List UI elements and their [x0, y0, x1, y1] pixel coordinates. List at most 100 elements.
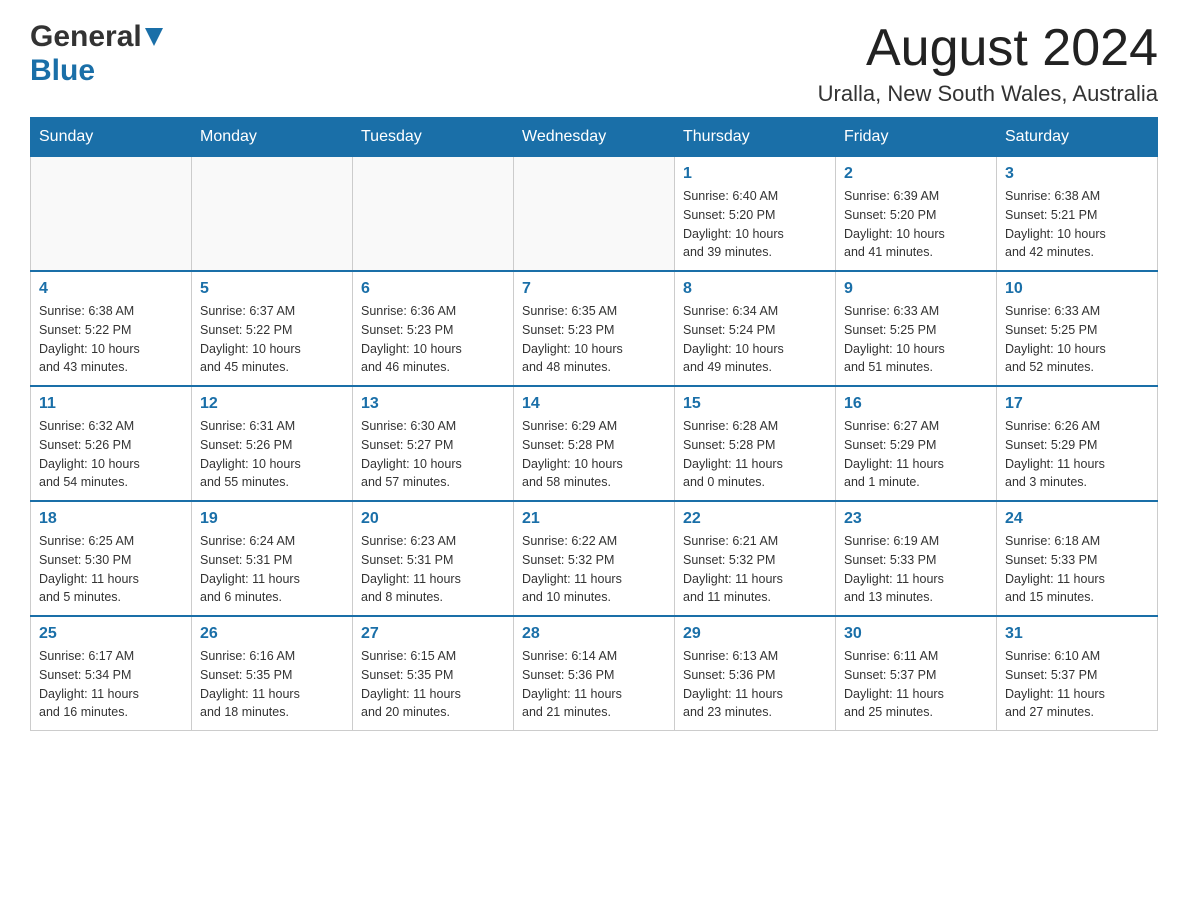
day-number: 7	[522, 280, 666, 298]
day-info: Sunrise: 6:29 AMSunset: 5:28 PMDaylight:…	[522, 417, 666, 492]
day-number: 5	[200, 280, 344, 298]
day-info: Sunrise: 6:37 AMSunset: 5:22 PMDaylight:…	[200, 302, 344, 377]
calendar-cell: 13Sunrise: 6:30 AMSunset: 5:27 PMDayligh…	[353, 386, 514, 501]
day-number: 4	[39, 280, 183, 298]
calendar-header-row: SundayMondayTuesdayWednesdayThursdayFrid…	[31, 118, 1158, 157]
day-number: 25	[39, 625, 183, 643]
day-number: 17	[1005, 395, 1149, 413]
calendar-cell: 20 Sunrise: 6:23 AMSunset: 5:31 PMDayligh…	[353, 501, 514, 616]
col-header-saturday: Saturday	[997, 118, 1158, 157]
calendar-week-1: 1Sunrise: 6:40 AMSunset: 5:20 PMDaylight…	[31, 157, 1158, 272]
day-number: 19	[200, 510, 344, 528]
day-number: 1	[683, 165, 827, 183]
calendar-cell: 5 Sunrise: 6:37 AMSunset: 5:22 PMDaylight…	[192, 271, 353, 386]
col-header-sunday: Sunday	[31, 118, 192, 157]
calendar-cell: 16 Sunrise: 6:27 AMSunset: 5:29 PMDayligh…	[836, 386, 997, 501]
calendar-cell: 24 Sunrise: 6:18 AMSunset: 5:33 PMDayligh…	[997, 501, 1158, 616]
day-number: 12	[200, 395, 344, 413]
calendar-cell: 9 Sunrise: 6:33 AMSunset: 5:25 PMDaylight…	[836, 271, 997, 386]
calendar-week-4: 18 Sunrise: 6:25 AMSunset: 5:30 PMDayligh…	[31, 501, 1158, 616]
day-number: 2	[844, 165, 988, 183]
calendar-cell: 14 Sunrise: 6:29 AMSunset: 5:28 PMDayligh…	[514, 386, 675, 501]
col-header-wednesday: Wednesday	[514, 118, 675, 157]
page-header: General Blue August 2024 Uralla, New Sou…	[30, 20, 1158, 107]
calendar-cell: 31Sunrise: 6:10 AMSunset: 5:37 PMDayligh…	[997, 616, 1158, 731]
day-info: Sunrise: 6:22 AMSunset: 5:32 PMDaylight:…	[522, 532, 666, 607]
day-info: Sunrise: 6:35 AMSunset: 5:23 PMDaylight:…	[522, 302, 666, 377]
calendar-cell: 7 Sunrise: 6:35 AMSunset: 5:23 PMDaylight…	[514, 271, 675, 386]
calendar-cell: 6 Sunrise: 6:36 AMSunset: 5:23 PMDaylight…	[353, 271, 514, 386]
logo-blue-text: Blue	[30, 54, 95, 87]
calendar-cell	[514, 157, 675, 272]
day-info: Sunrise: 6:25 AMSunset: 5:30 PMDaylight:…	[39, 532, 183, 607]
day-info: Sunrise: 6:19 AMSunset: 5:33 PMDaylight:…	[844, 532, 988, 607]
calendar-cell: 22 Sunrise: 6:21 AMSunset: 5:32 PMDayligh…	[675, 501, 836, 616]
calendar-cell: 21Sunrise: 6:22 AMSunset: 5:32 PMDayligh…	[514, 501, 675, 616]
day-number: 28	[522, 625, 666, 643]
day-info: Sunrise: 6:15 AMSunset: 5:35 PMDaylight:…	[361, 647, 505, 722]
calendar-cell	[31, 157, 192, 272]
day-number: 3	[1005, 165, 1149, 183]
logo-general-text: General	[30, 20, 142, 54]
calendar-cell: 27 Sunrise: 6:15 AMSunset: 5:35 PMDayligh…	[353, 616, 514, 731]
day-info: Sunrise: 6:34 AMSunset: 5:24 PMDaylight:…	[683, 302, 827, 377]
calendar-cell: 19 Sunrise: 6:24 AMSunset: 5:31 PMDayligh…	[192, 501, 353, 616]
day-number: 16	[844, 395, 988, 413]
day-number: 11	[39, 395, 183, 413]
calendar-week-3: 11Sunrise: 6:32 AMSunset: 5:26 PMDayligh…	[31, 386, 1158, 501]
calendar-cell: 15 Sunrise: 6:28 AMSunset: 5:28 PMDayligh…	[675, 386, 836, 501]
day-info: Sunrise: 6:11 AMSunset: 5:37 PMDaylight:…	[844, 647, 988, 722]
day-info: Sunrise: 6:31 AMSunset: 5:26 PMDaylight:…	[200, 417, 344, 492]
day-info: Sunrise: 6:23 AMSunset: 5:31 PMDaylight:…	[361, 532, 505, 607]
day-number: 15	[683, 395, 827, 413]
day-number: 14	[522, 395, 666, 413]
day-number: 30	[844, 625, 988, 643]
day-info: Sunrise: 6:14 AMSunset: 5:36 PMDaylight:…	[522, 647, 666, 722]
calendar-cell: 29Sunrise: 6:13 AMSunset: 5:36 PMDayligh…	[675, 616, 836, 731]
col-header-monday: Monday	[192, 118, 353, 157]
calendar-cell: 10Sunrise: 6:33 AMSunset: 5:25 PMDayligh…	[997, 271, 1158, 386]
calendar-cell: 1Sunrise: 6:40 AMSunset: 5:20 PMDaylight…	[675, 157, 836, 272]
day-number: 23	[844, 510, 988, 528]
day-info: Sunrise: 6:13 AMSunset: 5:36 PMDaylight:…	[683, 647, 827, 722]
day-number: 18	[39, 510, 183, 528]
logo: General Blue	[30, 20, 163, 88]
day-number: 13	[361, 395, 505, 413]
day-info: Sunrise: 6:24 AMSunset: 5:31 PMDaylight:…	[200, 532, 344, 607]
calendar-cell: 18 Sunrise: 6:25 AMSunset: 5:30 PMDayligh…	[31, 501, 192, 616]
day-number: 31	[1005, 625, 1149, 643]
title-area: August 2024 Uralla, New South Wales, Aus…	[818, 20, 1158, 107]
calendar-cell: 30 Sunrise: 6:11 AMSunset: 5:37 PMDayligh…	[836, 616, 997, 731]
day-info: Sunrise: 6:36 AMSunset: 5:23 PMDaylight:…	[361, 302, 505, 377]
day-number: 9	[844, 280, 988, 298]
day-info: Sunrise: 6:21 AMSunset: 5:32 PMDaylight:…	[683, 532, 827, 607]
logo-triangle-icon	[145, 28, 163, 51]
day-info: Sunrise: 6:27 AMSunset: 5:29 PMDaylight:…	[844, 417, 988, 492]
calendar-cell: 2Sunrise: 6:39 AMSunset: 5:20 PMDaylight…	[836, 157, 997, 272]
day-info: Sunrise: 6:17 AMSunset: 5:34 PMDaylight:…	[39, 647, 183, 722]
calendar-week-5: 25 Sunrise: 6:17 AMSunset: 5:34 PMDayligh…	[31, 616, 1158, 731]
day-number: 6	[361, 280, 505, 298]
calendar-table: SundayMondayTuesdayWednesdayThursdayFrid…	[30, 117, 1158, 731]
day-number: 24	[1005, 510, 1149, 528]
day-info: Sunrise: 6:33 AMSunset: 5:25 PMDaylight:…	[1005, 302, 1149, 377]
day-number: 8	[683, 280, 827, 298]
calendar-cell: 25 Sunrise: 6:17 AMSunset: 5:34 PMDayligh…	[31, 616, 192, 731]
month-title: August 2024	[818, 20, 1158, 77]
day-number: 26	[200, 625, 344, 643]
calendar-cell: 11Sunrise: 6:32 AMSunset: 5:26 PMDayligh…	[31, 386, 192, 501]
calendar-week-2: 4Sunrise: 6:38 AMSunset: 5:22 PMDaylight…	[31, 271, 1158, 386]
calendar-cell: 28 Sunrise: 6:14 AMSunset: 5:36 PMDayligh…	[514, 616, 675, 731]
col-header-friday: Friday	[836, 118, 997, 157]
day-info: Sunrise: 6:33 AMSunset: 5:25 PMDaylight:…	[844, 302, 988, 377]
calendar-cell	[353, 157, 514, 272]
location-title: Uralla, New South Wales, Australia	[818, 81, 1158, 107]
day-number: 22	[683, 510, 827, 528]
calendar-cell: 17Sunrise: 6:26 AMSunset: 5:29 PMDayligh…	[997, 386, 1158, 501]
calendar-cell	[192, 157, 353, 272]
day-number: 27	[361, 625, 505, 643]
day-info: Sunrise: 6:28 AMSunset: 5:28 PMDaylight:…	[683, 417, 827, 492]
col-header-thursday: Thursday	[675, 118, 836, 157]
day-info: Sunrise: 6:18 AMSunset: 5:33 PMDaylight:…	[1005, 532, 1149, 607]
day-number: 20	[361, 510, 505, 528]
